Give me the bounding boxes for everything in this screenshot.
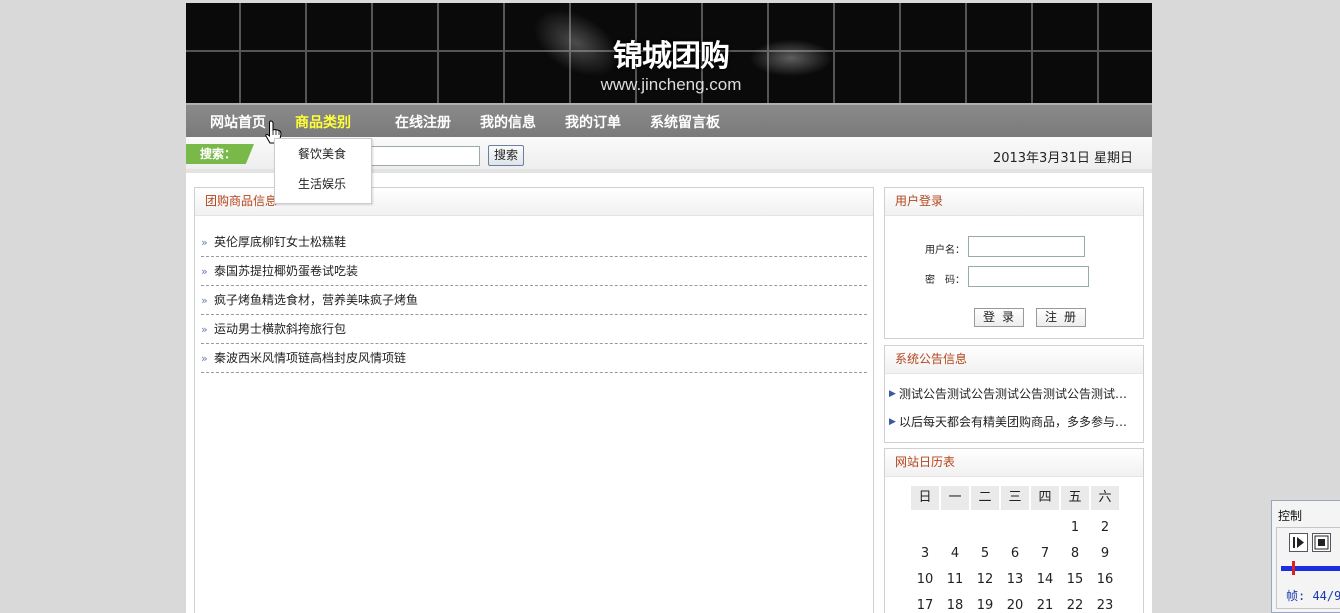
calendar-day[interactable]: 8 [1061, 542, 1089, 566]
calendar-day [1001, 516, 1029, 540]
calendar-day[interactable]: 15 [1061, 568, 1089, 592]
frame-counter: 帧: 44/9 [1286, 589, 1340, 603]
username-field[interactable] [968, 236, 1085, 257]
nav-categories[interactable]: 商品类别 [295, 112, 351, 132]
control-panel: 控制 帧: 44/9 [1271, 500, 1340, 613]
calendar-day[interactable]: 5 [971, 542, 999, 566]
notice-list: ▶ 测试公告测试公告测试公告测试公告测试… ▶ 以后每天都会有精美团购商品，多多参与… [885, 380, 1143, 436]
play-button[interactable] [1289, 533, 1308, 552]
search-button[interactable]: 搜索 [488, 145, 524, 166]
password-label: 密 码： [925, 275, 965, 286]
login-button[interactable]: 登录 [974, 308, 1024, 327]
nav-register[interactable]: 在线注册 [395, 112, 451, 132]
calendar-day[interactable]: 10 [911, 568, 939, 592]
calendar-panel-title: 网站日历表 [885, 449, 1143, 477]
control-panel-title: 控制 [1278, 509, 1303, 523]
notice-panel-title: 系统公告信息 [885, 346, 1143, 374]
page: 锦城团购 www.jincheng.com 网站首页 商品类别 在线注册 我的信… [186, 3, 1152, 613]
calendar-day[interactable]: 7 [1031, 542, 1059, 566]
main-nav: 网站首页 商品类别 在线注册 我的信息 我的订单 系统留言板 [186, 103, 1152, 137]
site-title: 锦城团购 [613, 39, 730, 74]
calendar-day[interactable]: 16 [1091, 568, 1119, 592]
stop-icon [1314, 535, 1329, 550]
nav-home[interactable]: 网站首页 [210, 112, 266, 132]
goods-list: » 英伦厚底柳钉女士松糕鞋 » 泰国苏提拉椰奶蛋卷试吃装 » 疯子烤鱼精选食材，营养美… [201, 228, 867, 373]
double-chevron-icon: » [201, 352, 208, 365]
login-panel: 用户登录 用户名： 密 码： 登录 注册 [884, 187, 1144, 339]
goods-item-link[interactable]: 泰国苏提拉椰奶蛋卷试吃装 [214, 264, 358, 278]
calendar-weekday: 二 [971, 486, 999, 510]
notice-item-text[interactable]: 以后每天都会有精美团购商品，多多参与… [899, 415, 1127, 429]
double-chevron-icon: » [201, 294, 208, 307]
current-date: 2013年3月31日 星期日 [992, 151, 1133, 166]
notice-panel: 系统公告信息 ▶ 测试公告测试公告测试公告测试公告测试… ▶ 以后每天都会有精美团购… [884, 345, 1144, 443]
goods-item[interactable]: » 英伦厚底柳钉女士松糕鞋 [201, 228, 867, 257]
goods-panel: 团购商品信息 » 英伦厚底柳钉女士松糕鞋 » 泰国苏提拉椰奶蛋卷试吃装 » 疯子烤鱼精… [194, 187, 874, 613]
goods-item[interactable]: » 秦波西米风情项链高档封皮风情项链 [201, 344, 867, 373]
header-banner: 锦城团购 www.jincheng.com [186, 3, 1152, 103]
calendar-day[interactable]: 1 [1061, 516, 1089, 540]
search-label: 搜索： [186, 144, 254, 164]
calendar-day[interactable]: 13 [1001, 568, 1029, 592]
goods-item[interactable]: » 泰国苏提拉椰奶蛋卷试吃装 [201, 257, 867, 286]
calendar-day[interactable]: 6 [1001, 542, 1029, 566]
goods-item[interactable]: » 运动男士横款斜挎旅行包 [201, 315, 867, 344]
notice-item[interactable]: ▶ 测试公告测试公告测试公告测试公告测试… [885, 380, 1143, 408]
calendar-day[interactable]: 19 [971, 594, 999, 613]
calendar-day[interactable]: 22 [1061, 594, 1089, 613]
goods-item-link[interactable]: 秦波西米风情项链高档封皮风情项链 [214, 351, 406, 365]
username-label: 用户名： [925, 245, 965, 256]
stop-button[interactable] [1312, 533, 1331, 552]
nav-message-board[interactable]: 系统留言板 [650, 112, 720, 132]
goods-item-link[interactable]: 英伦厚底柳钉女士松糕鞋 [214, 235, 346, 249]
calendar-weekday: 一 [941, 486, 969, 510]
goods-item-link[interactable]: 疯子烤鱼精选食材，营养美味疯子烤鱼 [214, 293, 418, 307]
calendar-day[interactable]: 14 [1031, 568, 1059, 592]
calendar-day[interactable]: 18 [941, 594, 969, 613]
play-icon [1293, 537, 1304, 548]
category-dropdown: 餐饮美食 生活娱乐 [274, 138, 372, 204]
calendar-day[interactable]: 9 [1091, 542, 1119, 566]
login-panel-title: 用户登录 [885, 188, 1143, 216]
timeline-track[interactable] [1281, 566, 1340, 571]
calendar-weekday: 四 [1031, 486, 1059, 510]
calendar-day [911, 516, 939, 540]
calendar-day[interactable]: 12 [971, 568, 999, 592]
site-url: www.jincheng.com [600, 75, 742, 94]
nav-my-orders[interactable]: 我的订单 [565, 112, 621, 132]
banner-light-streak [746, 38, 836, 78]
calendar-day[interactable]: 20 [1001, 594, 1029, 613]
calendar-weekday: 三 [1001, 486, 1029, 510]
goods-item[interactable]: » 疯子烤鱼精选食材，营养美味疯子烤鱼 [201, 286, 867, 315]
double-chevron-icon: » [201, 236, 208, 249]
calendar-day[interactable]: 4 [941, 542, 969, 566]
register-button[interactable]: 注册 [1036, 308, 1086, 327]
search-input[interactable] [366, 146, 480, 166]
calendar-day [941, 516, 969, 540]
calendar-day [1031, 516, 1059, 540]
nav-my-info[interactable]: 我的信息 [480, 112, 536, 132]
calendar-weekday: 日 [911, 486, 939, 510]
dropdown-item-food[interactable]: 餐饮美食 [275, 139, 371, 169]
calendar-weekday: 六 [1091, 486, 1119, 510]
dropdown-item-entertainment[interactable]: 生活娱乐 [275, 169, 371, 199]
calendar-day[interactable]: 3 [911, 542, 939, 566]
calendar-weekday: 五 [1061, 486, 1089, 510]
double-chevron-icon: » [201, 323, 208, 336]
calendar-day[interactable]: 2 [1091, 516, 1119, 540]
arrow-right-icon: ▶ [889, 417, 896, 427]
notice-item-text[interactable]: 测试公告测试公告测试公告测试公告测试… [899, 387, 1127, 401]
calendar-day [971, 516, 999, 540]
calendar-day[interactable]: 17 [911, 594, 939, 613]
arrow-right-icon: ▶ [889, 389, 896, 399]
double-chevron-icon: » [201, 265, 208, 278]
calendar-day[interactable]: 11 [941, 568, 969, 592]
calendar-day[interactable]: 23 [1091, 594, 1119, 613]
calendar-panel: 网站日历表 日一二三四五六 1 2 3 4 5 6 7 8 9 10 11 12 13 14 15 16 17 18… [884, 448, 1144, 613]
calendar-day[interactable]: 21 [1031, 594, 1059, 613]
timeline-thumb[interactable] [1292, 561, 1295, 575]
goods-item-link[interactable]: 运动男士横款斜挎旅行包 [214, 322, 346, 336]
password-field[interactable] [968, 266, 1089, 287]
notice-item[interactable]: ▶ 以后每天都会有精美团购商品，多多参与… [885, 408, 1143, 436]
